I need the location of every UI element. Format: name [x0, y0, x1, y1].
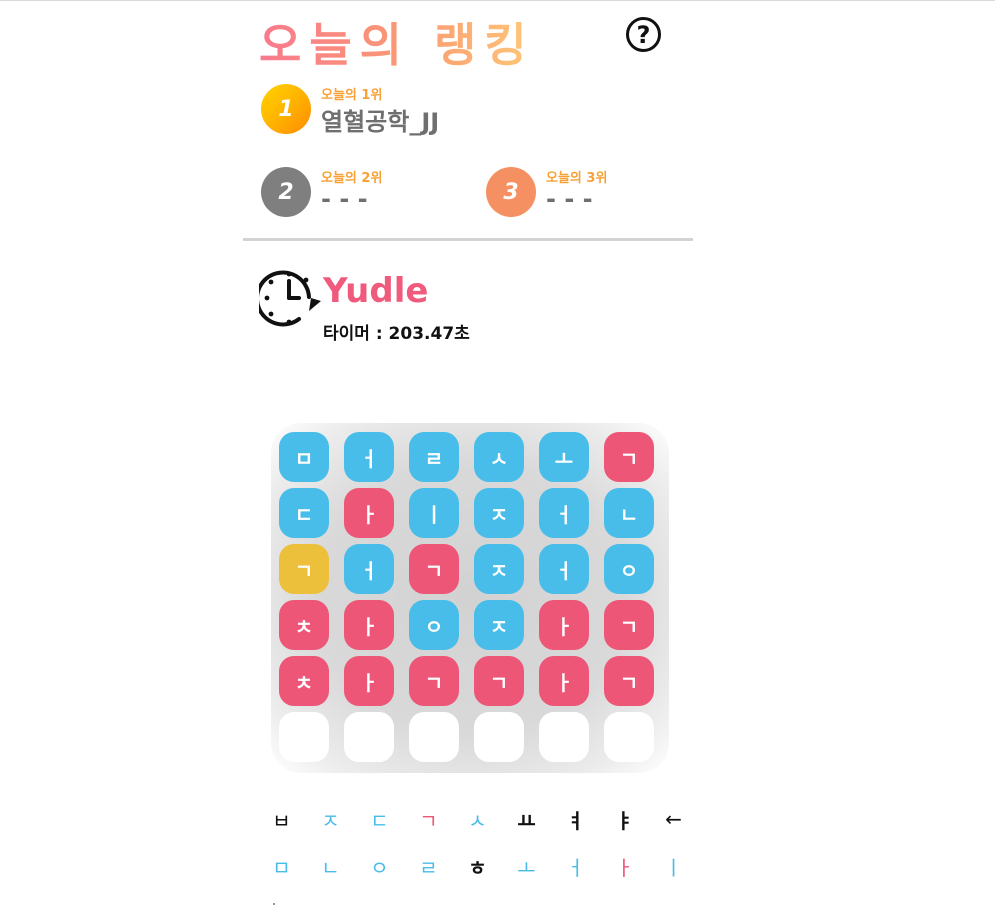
keyboard-key[interactable]: ㄷ [355, 802, 404, 836]
board-tile: ㅓ [344, 544, 394, 594]
keyboard-key[interactable]: ㅗ [502, 849, 551, 883]
board-tile: ㄹ [409, 432, 459, 482]
board-tile: ㅇ [604, 544, 654, 594]
board-tile: ㄱ [474, 656, 524, 706]
rank-second-label: 오늘의 2위 [321, 171, 383, 186]
board-row: ㄷㅏㅣㅈㅓㄴ [279, 488, 654, 538]
page-dot [273, 903, 275, 905]
board-tile: ㅓ [344, 432, 394, 482]
board-tile: ㄱ [604, 600, 654, 650]
keyboard-row: ㅁㄴㅇㄹㅎㅗㅓㅏㅣ [257, 849, 698, 883]
board-tile: ㅓ [539, 488, 589, 538]
keyboard-key[interactable]: ㅅ [453, 802, 502, 836]
keyboard-key[interactable]: ㅛ [502, 802, 551, 836]
board-tile: ㅅ [474, 432, 524, 482]
keyboard-key[interactable]: ㅣ [649, 849, 698, 883]
game-title: Yudle [323, 271, 429, 311]
board-row [279, 712, 654, 762]
game-board: ㅁㅓㄹㅅㅗㄱㄷㅏㅣㅈㅓㄴㄱㅓㄱㅈㅓㅇㅊㅏㅇㅈㅏㄱㅊㅏㄱㄱㅏㄱ [271, 423, 669, 773]
board-tile: ㅏ [539, 600, 589, 650]
help-button[interactable]: ? [626, 17, 661, 52]
board-tile: ㅗ [539, 432, 589, 482]
board-tile: ㄱ [604, 656, 654, 706]
board-tile: ㄱ [279, 544, 329, 594]
game-panel: 오늘의 랭킹 ? 1 오늘의 1위 열혈공학_JJ 2 오늘의 2위 - - -… [243, 1, 693, 907]
board-tile: ㄱ [604, 432, 654, 482]
keyboard-key[interactable]: ㅂ [257, 802, 306, 836]
keyboard-key[interactable]: ㅕ [551, 802, 600, 836]
board-row: ㅊㅏㄱㄱㅏㄱ [279, 656, 654, 706]
keyboard-key[interactable]: ㅁ [257, 849, 306, 883]
board-tile: ㅏ [344, 600, 394, 650]
board-tile: ㅇ [409, 600, 459, 650]
keyboard-key[interactable]: ㅓ [551, 849, 600, 883]
silver-medal-icon: 2 [261, 167, 311, 217]
board-tile [279, 712, 329, 762]
board-tile: ㅊ [279, 656, 329, 706]
board-tile: ㅏ [344, 656, 394, 706]
rank-second-name: - - - [321, 185, 368, 213]
bronze-medal-icon: 3 [486, 167, 536, 217]
keyboard-row: ㅂㅈㄷㄱㅅㅛㅕㅑ ← [257, 802, 698, 836]
board-tile [604, 712, 654, 762]
rank-first-name: 열혈공학_JJ [321, 108, 440, 136]
clock-timer-icon [259, 270, 321, 327]
keyboard-key[interactable]: ㅇ [355, 849, 404, 883]
page-title: 오늘의 랭킹 [259, 9, 535, 75]
board-tile: ㅣ [409, 488, 459, 538]
board-tile: ㅏ [539, 656, 589, 706]
rank-third-label: 오늘의 3위 [546, 171, 608, 186]
board-tile: ㄱ [409, 544, 459, 594]
board-row: ㄱㅓㄱㅈㅓㅇ [279, 544, 654, 594]
board-tile: ㅈ [474, 544, 524, 594]
board-tile: ㄴ [604, 488, 654, 538]
timer-text: 타이머 : 203.47초 [323, 324, 470, 344]
keyboard-key[interactable]: ㄹ [404, 849, 453, 883]
board-tile: ㅏ [344, 488, 394, 538]
board-tile [409, 712, 459, 762]
board-tile: ㄷ [279, 488, 329, 538]
rank-first-label: 오늘의 1위 [321, 88, 383, 103]
keyboard-key[interactable]: ㅎ [453, 849, 502, 883]
board-tile: ㅈ [474, 600, 524, 650]
keyboard-key[interactable]: ㄱ [404, 802, 453, 836]
board-tile: ㅈ [474, 488, 524, 538]
keyboard-key[interactable]: ㅈ [306, 802, 355, 836]
board-tile [474, 712, 524, 762]
keyboard-key[interactable]: ㅏ [600, 849, 649, 883]
gold-medal-icon: 1 [261, 84, 311, 134]
keyboard-key[interactable]: ㄴ [306, 849, 355, 883]
board-tile [344, 712, 394, 762]
board-tile: ㅓ [539, 544, 589, 594]
section-divider [243, 238, 693, 241]
keyboard-key[interactable]: ㅑ [600, 802, 649, 836]
board-row: ㅊㅏㅇㅈㅏㄱ [279, 600, 654, 650]
board-tile: ㄱ [409, 656, 459, 706]
board-tile: ㅁ [279, 432, 329, 482]
backspace-key[interactable]: ← [649, 802, 698, 836]
rank-third-name: - - - [546, 185, 593, 213]
board-row: ㅁㅓㄹㅅㅗㄱ [279, 432, 654, 482]
board-tile [539, 712, 589, 762]
board-tile: ㅊ [279, 600, 329, 650]
